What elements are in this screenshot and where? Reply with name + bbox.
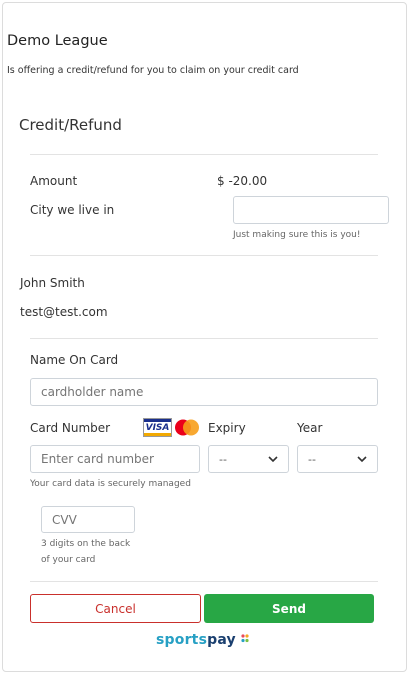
card-number-label: Card Number [30, 421, 111, 435]
divider [30, 338, 378, 339]
year-selected-value: -- [308, 452, 316, 466]
cvv-help-line2: of your card [41, 555, 96, 565]
cvv-input[interactable] [41, 506, 135, 533]
amount-label: Amount [30, 174, 78, 188]
visa-icon: VISA [143, 418, 172, 437]
logo-dots-icon [241, 632, 251, 648]
city-input[interactable] [233, 196, 389, 224]
mastercard-icon [173, 418, 201, 437]
cardholder-name-input[interactable] [30, 378, 378, 406]
amount-value: $ -20.00 [217, 174, 268, 188]
secure-note: Your card data is securely managed [30, 479, 191, 489]
user-name: John Smith [20, 276, 85, 290]
send-button[interactable]: Send [204, 594, 374, 623]
expiry-select[interactable]: -- [208, 445, 289, 473]
city-label: City we live in [30, 203, 115, 217]
card-number-input[interactable] [30, 445, 200, 473]
offer-text: Is offering a credit/refund for you to c… [7, 65, 299, 76]
league-name: Demo League [7, 33, 108, 49]
divider [30, 154, 378, 155]
divider [30, 581, 378, 582]
chevron-down-icon [357, 453, 367, 466]
expiry-selected-value: -- [219, 452, 227, 466]
year-label: Year [297, 421, 323, 435]
cancel-button[interactable]: Cancel [30, 594, 201, 623]
refund-card [2, 2, 407, 672]
section-title: Credit/Refund [19, 116, 122, 134]
chevron-down-icon [268, 453, 278, 466]
city-help: Just making sure this is you! [233, 230, 361, 240]
sportspay-logo: sportspay [156, 632, 251, 648]
expiry-label: Expiry [208, 421, 246, 435]
cvv-help-line1: 3 digits on the back [41, 539, 131, 549]
year-select[interactable]: -- [297, 445, 378, 473]
name-on-card-label: Name On Card [30, 353, 119, 367]
logo-pay-text: pay [207, 632, 236, 648]
logo-sports-text: sports [156, 632, 208, 648]
user-email: test@test.com [20, 305, 108, 319]
divider [30, 255, 378, 256]
